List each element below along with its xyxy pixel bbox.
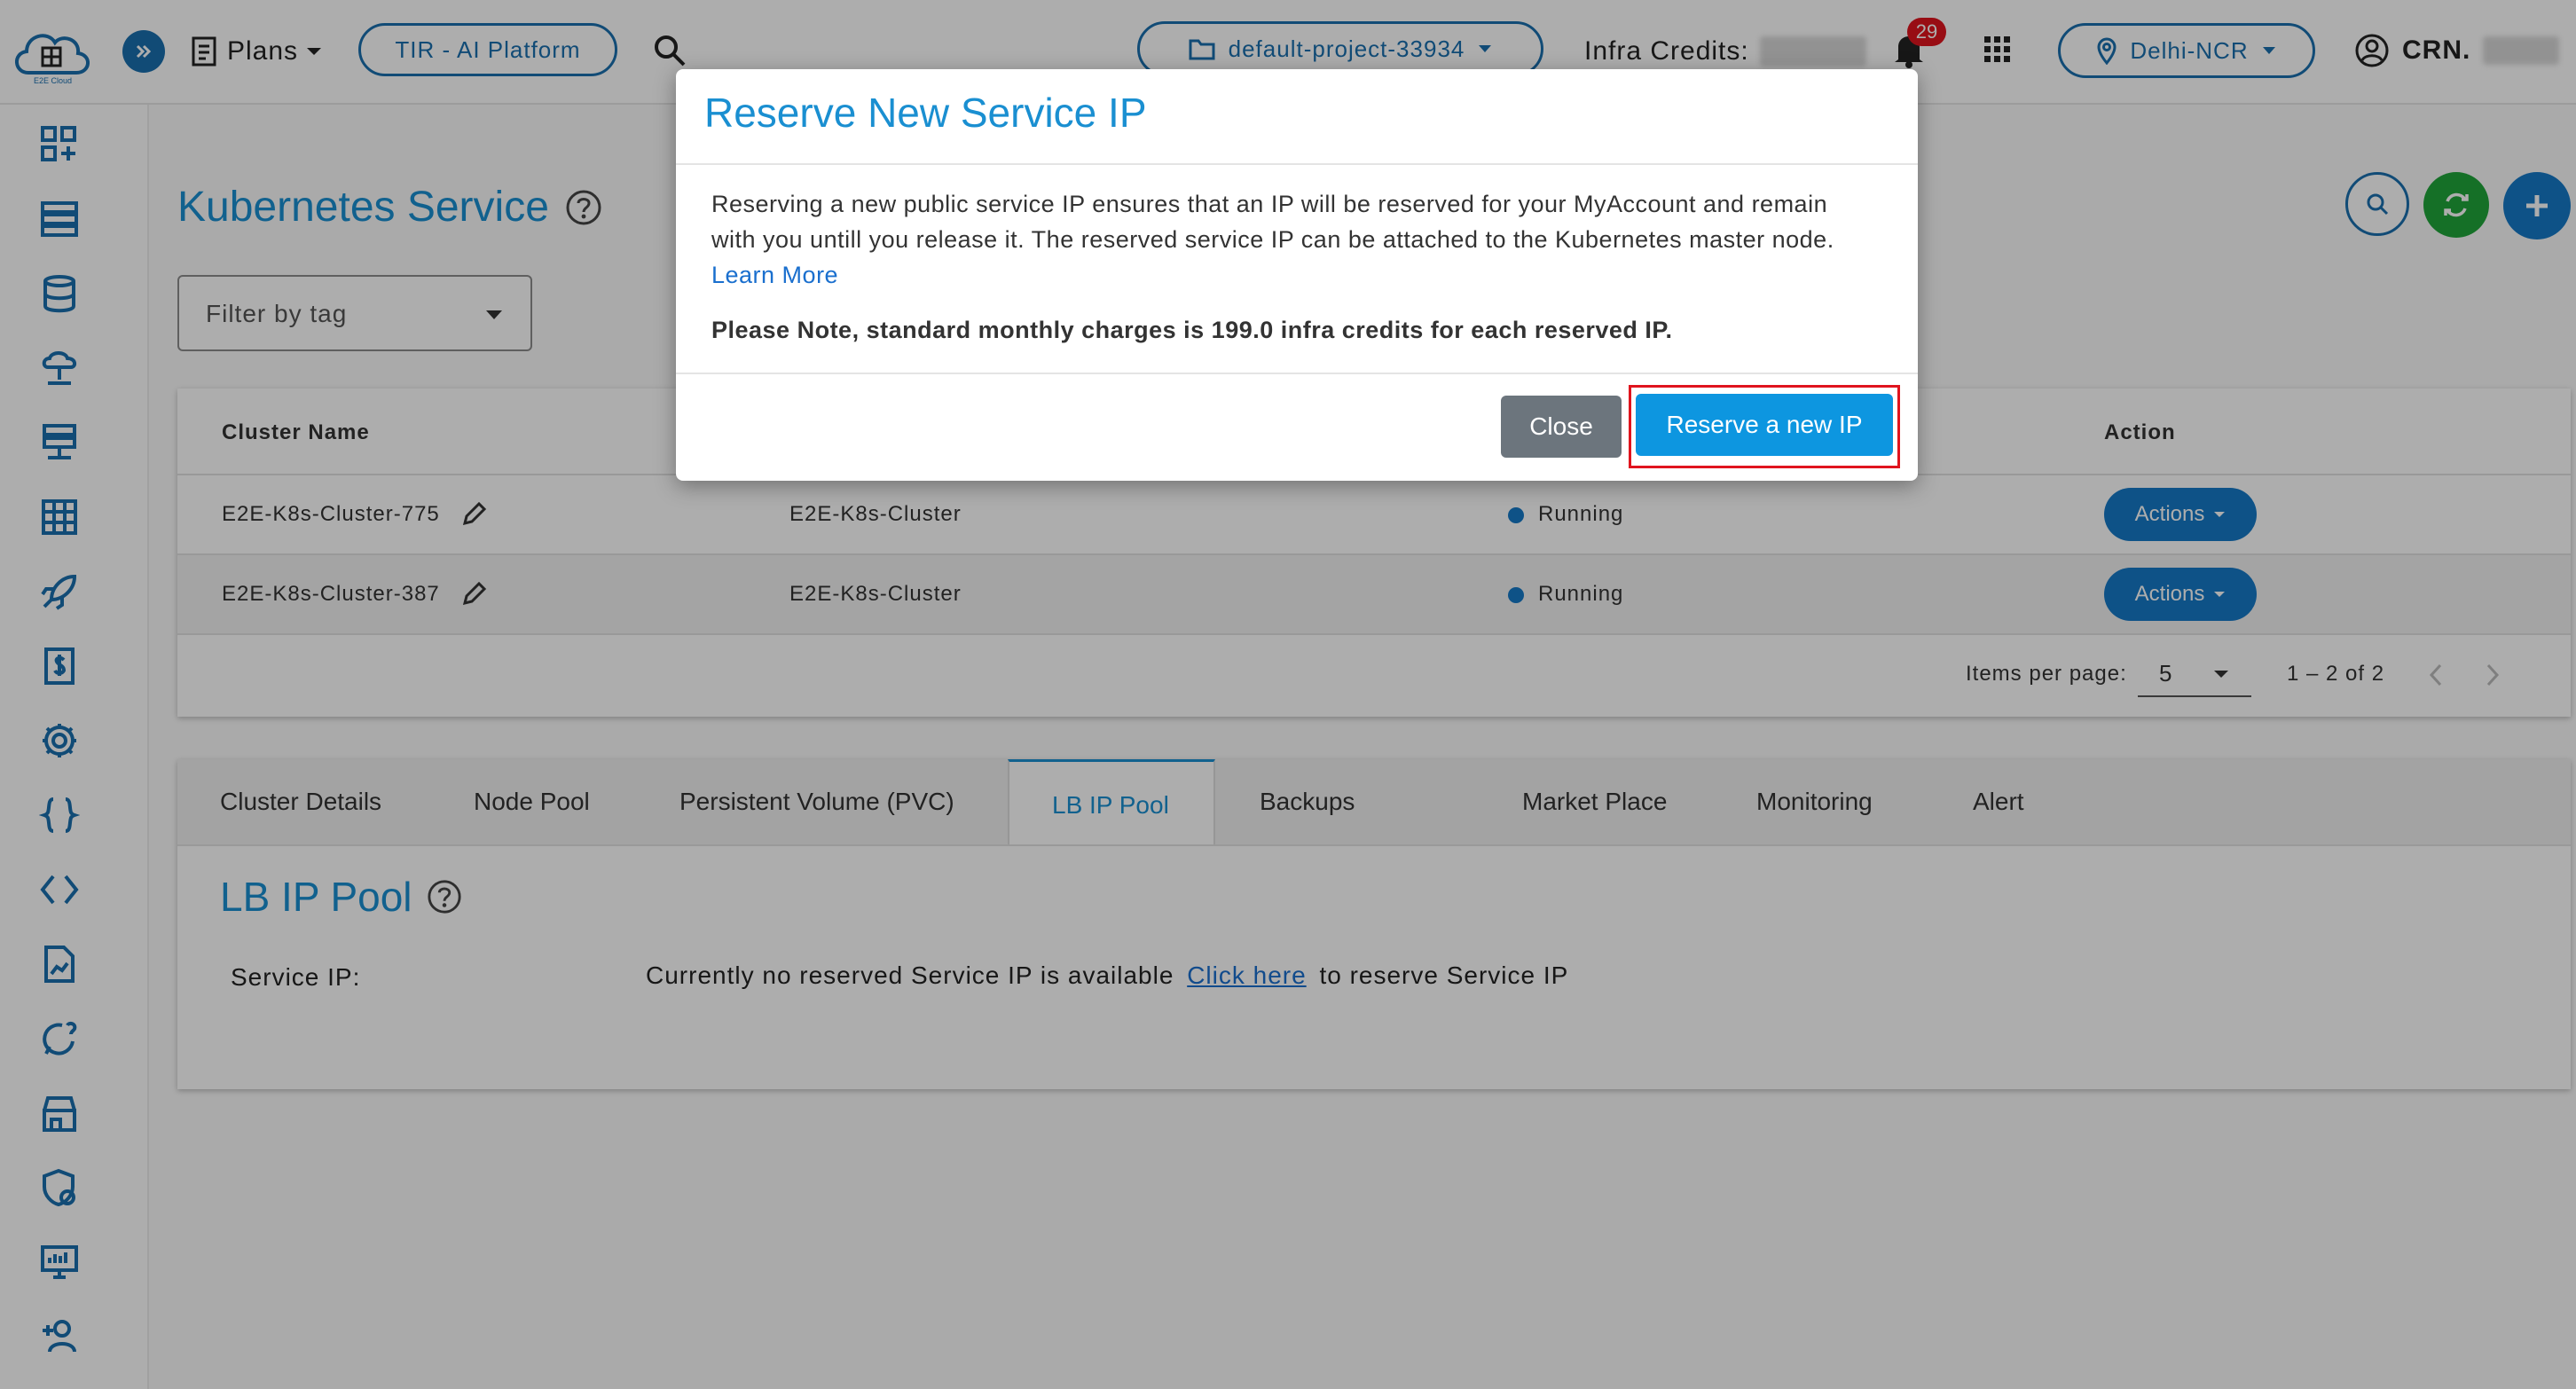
dialog-body: Reserving a new public service IP ensure… [711, 186, 1900, 348]
reserve-service-ip-dialog: Reserve New Service IP Reserving a new p… [676, 69, 1918, 481]
reserve-new-ip-button[interactable]: Reserve a new IP [1636, 394, 1893, 456]
dialog-title: Reserve New Service IP [704, 90, 1147, 136]
dialog-note: Please Note, standard monthly charges is… [711, 317, 1673, 343]
close-button[interactable]: Close [1501, 396, 1622, 458]
reserve-label: Reserve a new IP [1666, 411, 1863, 438]
close-label: Close [1529, 412, 1593, 440]
dialog-body-line1: Reserving a new public service IP ensure… [711, 191, 1828, 217]
dialog-body-line2: with you untill you release it. The rese… [711, 226, 1834, 253]
dialog-header-divider [676, 163, 1918, 165]
dialog-footer-divider [676, 373, 1918, 374]
learn-more-link[interactable]: Learn More [711, 257, 838, 293]
